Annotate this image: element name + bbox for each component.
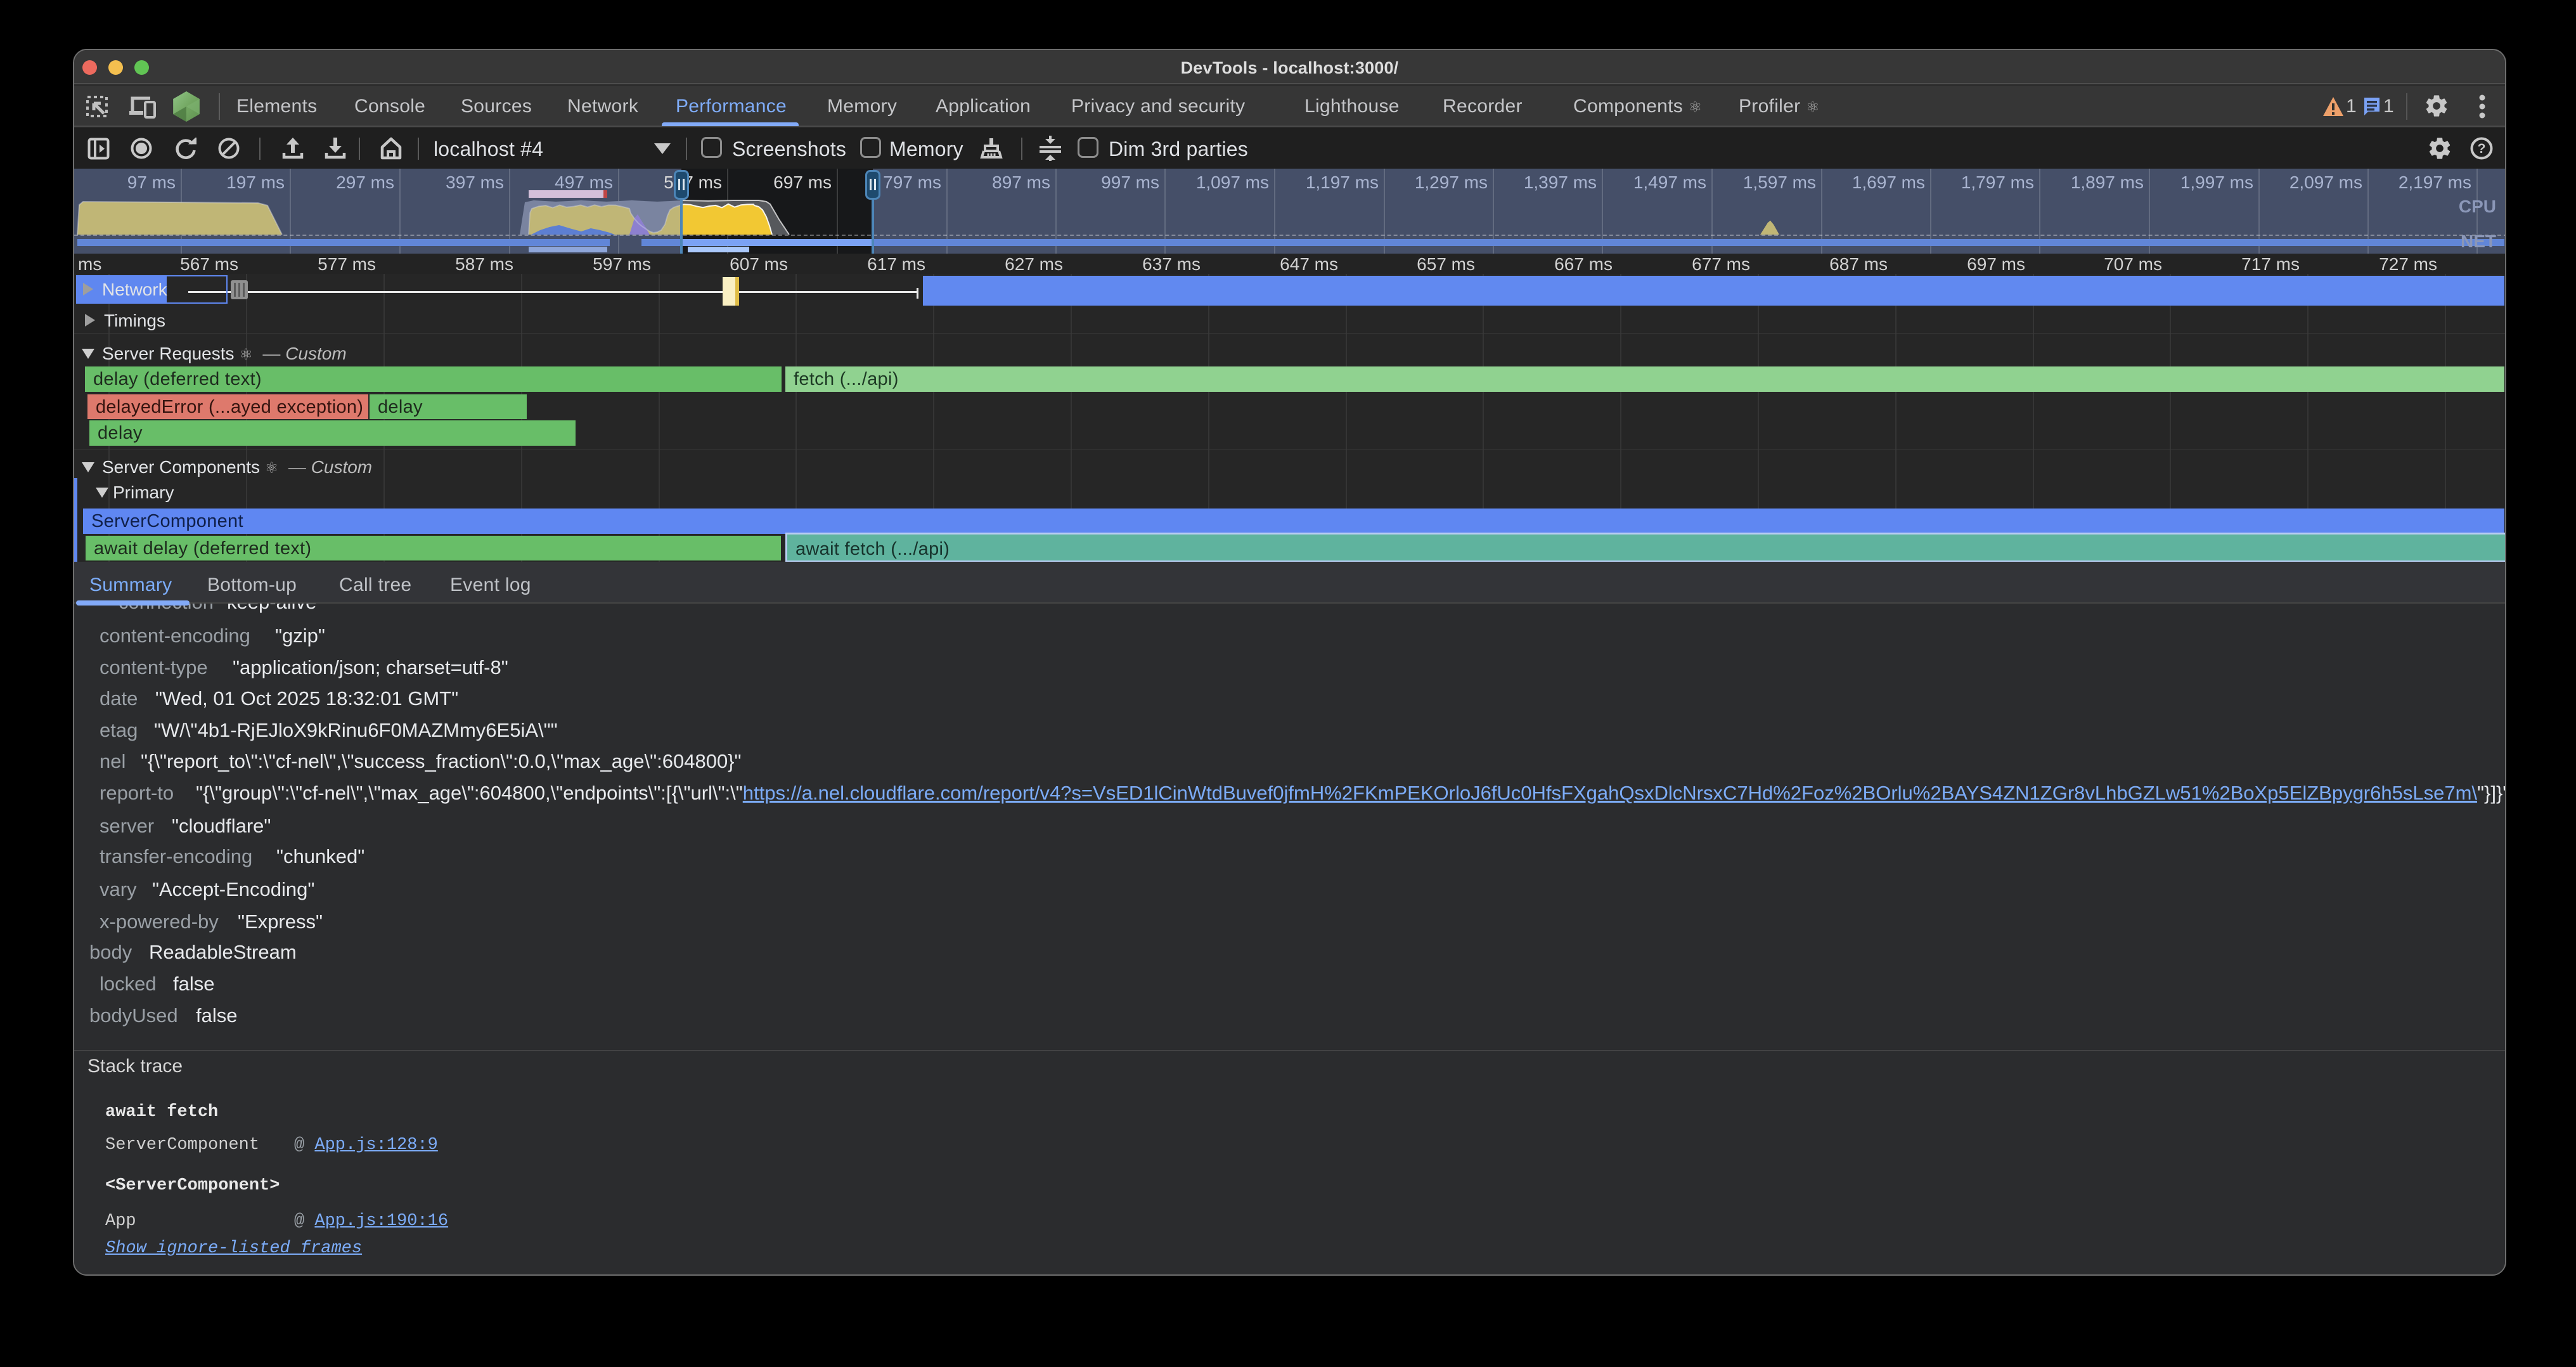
svg-text:?: ? (2478, 141, 2486, 156)
